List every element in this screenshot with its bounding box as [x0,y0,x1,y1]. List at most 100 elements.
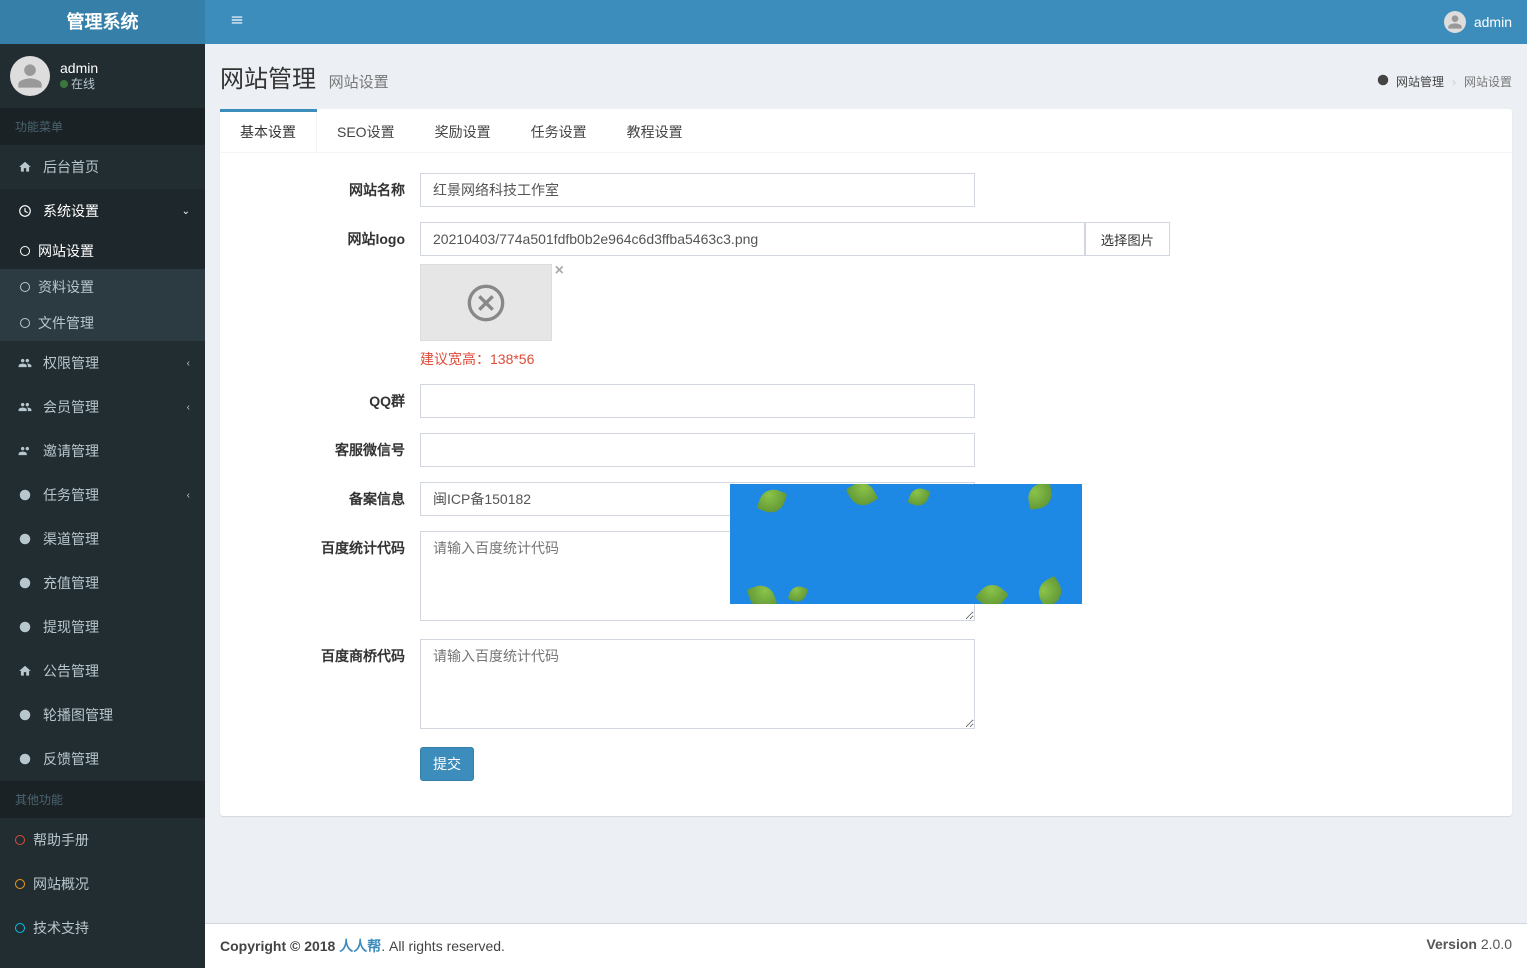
logo-thumbnail [420,264,552,341]
user-panel: admin 在线 [0,44,205,108]
label-icp: 备案信息 [240,482,420,516]
sidebar-subitem-file[interactable]: 文件管理 [0,305,205,341]
dashboard-icon [15,488,35,502]
tab-basic[interactable]: 基本设置 [220,112,317,152]
sidebar-item-label: 网站概况 [33,874,89,894]
sidebar-item-label: 轮播图管理 [43,705,113,725]
sidebar-item-label: 公告管理 [43,661,99,681]
input-wechat[interactable] [420,433,975,467]
input-qqgroup[interactable] [420,384,975,418]
users-icon [15,400,35,414]
logo[interactable]: 管理系统 [0,0,205,44]
tab-tutorial[interactable]: 教程设置 [607,112,703,152]
dashboard-icon [15,752,35,766]
sidebar-item-withdraw[interactable]: 提现管理 [0,605,205,649]
tab-task[interactable]: 任务设置 [511,112,607,152]
circle-icon [15,923,25,933]
chevron-left-icon: ‹ [187,402,190,413]
sidebar-item-label: 充值管理 [43,573,99,593]
page-subtitle: 网站设置 [329,74,389,91]
logo-thumbnail-box: × [420,264,552,341]
label-baidu-bridge: 百度商桥代码 [240,639,420,732]
sidebar-item-home[interactable]: 后台首页 [0,145,205,189]
sidebar-item-channel[interactable]: 渠道管理 [0,517,205,561]
home-icon [15,160,35,174]
nav-user-menu[interactable]: admin [1444,11,1512,33]
page-title: 网站管理 网站设置 [220,59,389,94]
footer-version: Version 2.0.0 [1426,936,1512,956]
sidebar-item-label: 权限管理 [43,353,99,373]
input-icp[interactable] [420,482,975,516]
remove-image-button[interactable]: × [555,262,564,280]
sidebar-item-invite[interactable]: 邀请管理 [0,429,205,473]
sidebar-item-recharge[interactable]: 充值管理 [0,561,205,605]
label-qqgroup: QQ群 [240,384,420,418]
breadcrumb-link[interactable]: 网站管理 [1396,75,1444,89]
breadcrumb-current: 网站设置 [1464,73,1512,90]
avatar-icon [1444,11,1466,33]
sidebar-item-label: 会员管理 [43,397,99,417]
label-sitename: 网站名称 [240,173,420,207]
main-sidebar: admin 在线 功能菜单 后台首页 系统设置⌄ 网站设置 资料设置 文件管理 … [0,44,205,968]
footer-link[interactable]: 人人帮 [339,938,381,954]
sidebar-item-label: 技术支持 [33,918,89,938]
tabs-panel: 基本设置 SEO设置 奖励设置 任务设置 教程设置 网站名称 网站logo [220,109,1512,816]
users-icon [15,356,35,370]
footer-copyright: Copyright © 2018 人人帮. All rights reserve… [220,936,505,956]
sidebar-item-label: 网站设置 [38,241,94,261]
sidebar-subitem-site[interactable]: 网站设置 [0,233,205,269]
navbar: admin [205,0,1527,44]
sidebar-item-help[interactable]: 帮助手册 [0,818,205,862]
tab-seo[interactable]: SEO设置 [317,112,415,152]
breadcrumb: 网站管理 › 网站设置 [1376,73,1512,90]
dashboard-icon [1376,73,1390,87]
sidebar-item-label: 后台首页 [43,157,99,177]
sidebar-section-header: 功能菜单 [0,108,205,145]
content-wrapper: 网站管理 网站设置 网站管理 › 网站设置 基本设置 SEO设置 奖励设置 任务… [205,0,1527,968]
sidebar-item-overview[interactable]: 网站概况 [0,862,205,906]
home-icon [15,664,35,678]
sidebar-item-carousel[interactable]: 轮播图管理 [0,693,205,737]
sidebar-item-perm[interactable]: 权限管理 ‹ [0,341,205,385]
tab-reward[interactable]: 奖励设置 [415,112,511,152]
content-header: 网站管理 网站设置 网站管理 › 网站设置 [205,44,1527,94]
logo-hint: 建议宽高：138*56 [420,349,1170,369]
user-panel-status: 在线 [60,77,98,93]
sidebar-item-member[interactable]: 会员管理 ‹ [0,385,205,429]
sidebar-item-label: 提现管理 [43,617,99,637]
sidebar-item-notice[interactable]: 公告管理 [0,649,205,693]
main-header: 管理系统 admin [0,0,1527,44]
user-panel-name: admin [60,59,98,77]
nav-username: admin [1474,14,1512,30]
submit-button[interactable]: 提交 [420,747,474,781]
sidebar-item-label: 渠道管理 [43,529,99,549]
textarea-baidu-tongji[interactable] [420,531,975,621]
textarea-baidu-bridge[interactable] [420,639,975,729]
sidebar-item-task[interactable]: 任务管理‹ [0,473,205,517]
sidebar-toggle[interactable] [220,13,254,32]
sidebar-subitem-material[interactable]: 资料设置 [0,269,205,305]
sidebar-item-system[interactable]: 系统设置⌄ [0,189,205,233]
circle-icon [20,282,30,292]
sidebar-item-label: 文件管理 [38,313,94,333]
circle-icon [20,318,30,328]
sidebar-item-support[interactable]: 技术支持 [0,906,205,950]
circle-icon [15,835,25,845]
status-dot-icon [60,80,68,88]
input-sitename[interactable] [420,173,975,207]
dashboard-icon [15,620,35,634]
main-footer: Copyright © 2018 人人帮. All rights reserve… [205,923,1527,968]
sidebar-section-header: 其他功能 [0,781,205,818]
choose-image-button[interactable]: 选择图片 [1085,222,1170,256]
sidebar-item-feedback[interactable]: 反馈管理 [0,737,205,781]
dashboard-icon [15,204,35,218]
breadcrumb-sep: › [1452,75,1456,89]
dashboard-icon [15,532,35,546]
nav-tabs: 基本设置 SEO设置 奖励设置 任务设置 教程设置 [220,109,1512,153]
hamburger-icon [230,13,244,27]
dashboard-icon [15,708,35,722]
input-sitelogo[interactable] [420,222,1085,256]
chevron-left-icon: ‹ [187,358,190,369]
label-sitelogo: 网站logo [240,222,420,369]
label-wechat: 客服微信号 [240,433,420,467]
